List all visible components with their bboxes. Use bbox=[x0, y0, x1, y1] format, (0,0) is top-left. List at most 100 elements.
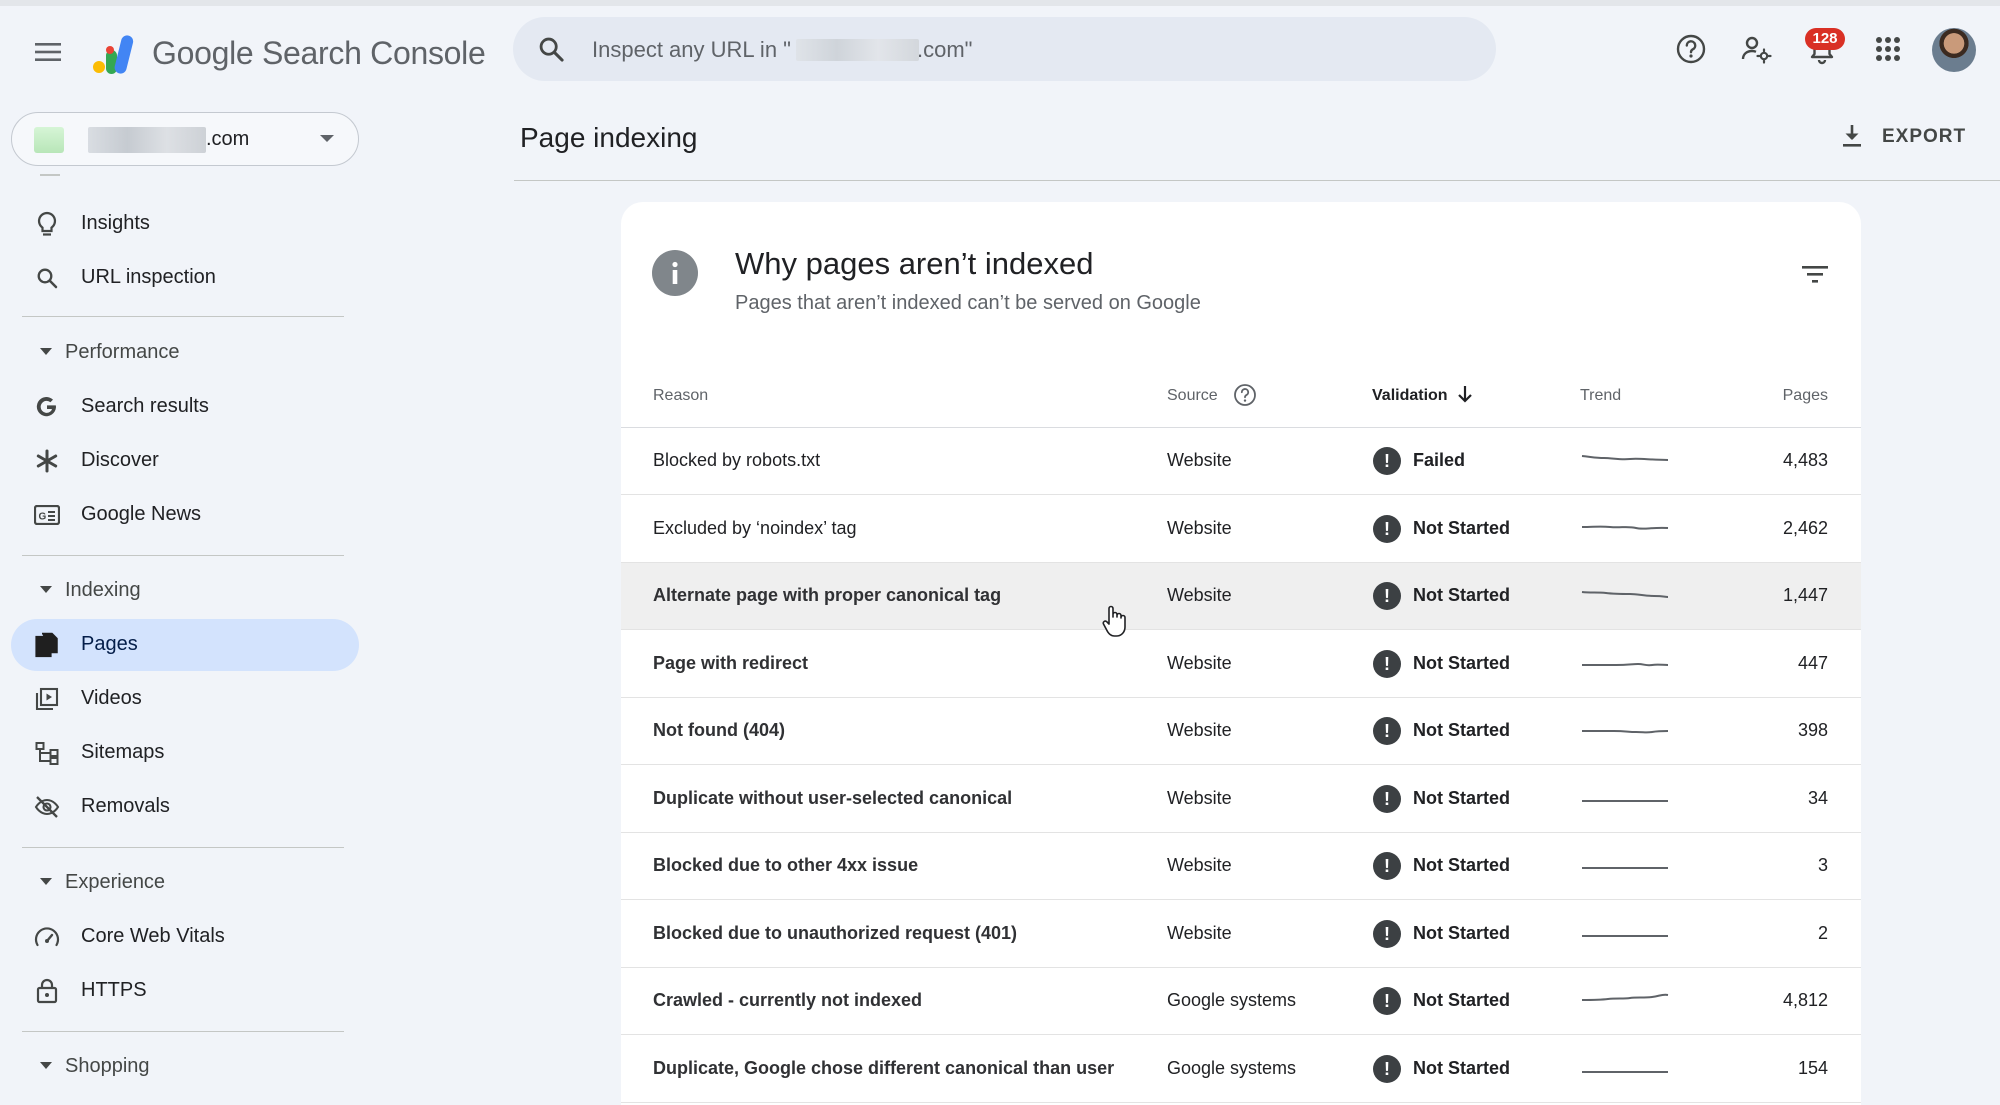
visibility-off-icon bbox=[34, 794, 60, 820]
search-placeholder-prefix: Inspect any URL in " bbox=[592, 37, 791, 62]
collapse-caret-icon bbox=[40, 348, 52, 355]
row-source: Website bbox=[1167, 450, 1232, 470]
app-header: Google Search Console Inspect any URL in… bbox=[0, 6, 2000, 92]
row-validation-status: Not Started bbox=[1413, 1057, 1511, 1078]
svg-text:G: G bbox=[39, 512, 47, 523]
help-icon bbox=[1676, 34, 1706, 64]
google-apps-button[interactable] bbox=[1870, 31, 1906, 67]
warning-exclamation-icon: ! bbox=[1373, 852, 1401, 880]
main-menu-button[interactable] bbox=[30, 34, 66, 70]
sidebar-item-url-inspection[interactable]: URL inspection bbox=[11, 252, 359, 304]
sidebar-item-removals[interactable]: Removals bbox=[11, 781, 359, 833]
google-g-icon bbox=[34, 394, 60, 420]
table-row[interactable]: Page with redirect Website! Not Started 447 bbox=[621, 631, 1861, 698]
scroll-stub bbox=[40, 174, 60, 176]
warning-exclamation-icon: ! bbox=[1373, 582, 1401, 610]
pages-icon bbox=[34, 632, 60, 658]
collapse-caret-icon bbox=[40, 586, 52, 593]
info-icon bbox=[652, 250, 698, 296]
column-header-source[interactable]: Source bbox=[1167, 387, 1218, 405]
sidebar-item-videos[interactable]: Videos bbox=[11, 673, 359, 725]
row-pages-count: 2,462 bbox=[1782, 517, 1828, 538]
table-row[interactable]: Duplicate without user-selected canonica… bbox=[621, 766, 1861, 833]
row-pages-count: 34 bbox=[1807, 787, 1828, 808]
brand-google: Google bbox=[152, 35, 254, 71]
search-console-logo-icon[interactable] bbox=[92, 32, 140, 76]
settings-users-button[interactable] bbox=[1738, 31, 1774, 67]
filter-list-icon bbox=[1802, 266, 1828, 283]
row-validation-status: Not Started bbox=[1413, 720, 1511, 740]
trend-sparkline bbox=[1581, 455, 1669, 461]
export-label: EXPORT bbox=[1882, 126, 1967, 147]
redacted-domain bbox=[796, 39, 919, 61]
row-validation-status: Failed bbox=[1413, 450, 1466, 470]
hamburger-menu-icon bbox=[35, 43, 61, 61]
collapse-caret-icon bbox=[40, 878, 52, 885]
column-header-trend: Trend bbox=[1580, 387, 1622, 404]
sidebar-divider bbox=[22, 555, 344, 556]
filter-button[interactable] bbox=[1795, 254, 1835, 294]
row-source: Website bbox=[1167, 652, 1232, 673]
sidebar-item-google-news[interactable]: G Google News bbox=[11, 489, 359, 541]
sort-arrow-down-icon[interactable] bbox=[1454, 383, 1476, 405]
table-row[interactable]: Blocked by robots.txt Website! Failed 4,483 bbox=[621, 428, 1861, 495]
sidebar-item-label: Sitemaps bbox=[81, 741, 165, 763]
sidebar-item-https[interactable]: HTTPS bbox=[11, 965, 359, 1017]
column-header-validation[interactable]: Validation bbox=[1372, 387, 1448, 405]
table-row[interactable]: Blocked due to unauthorized request (401… bbox=[621, 901, 1861, 968]
brand-product: Search Console bbox=[261, 35, 486, 71]
help-outline-icon[interactable] bbox=[1232, 382, 1258, 408]
sidebar-item-sitemaps[interactable]: Sitemaps bbox=[11, 727, 359, 779]
row-pages-count: 154 bbox=[1797, 1057, 1828, 1078]
export-button[interactable]: EXPORT bbox=[1836, 118, 1966, 158]
table-row[interactable]: Duplicate, Google chose different canoni… bbox=[621, 1036, 1861, 1103]
row-reason: Blocked due to unauthorized request (401… bbox=[653, 922, 1018, 943]
section-label: Experience bbox=[65, 871, 166, 893]
table-row[interactable]: Excluded by ‘noindex’ tag Website! Not Sta… bbox=[621, 496, 1861, 563]
sitemap-icon bbox=[34, 740, 60, 766]
row-reason: Page with redirect bbox=[653, 652, 809, 673]
sidebar-divider bbox=[22, 316, 344, 317]
trend-sparkline bbox=[1581, 591, 1669, 598]
row-validation-status: Not Started bbox=[1413, 855, 1511, 875]
table-header: Reason Source Validation Trend Pages bbox=[621, 362, 1861, 428]
account-avatar[interactable] bbox=[1932, 28, 1976, 72]
row-source: Website bbox=[1167, 922, 1232, 943]
row-reason: Not found (404) bbox=[653, 720, 785, 740]
sidebar-item-label: Pages bbox=[81, 633, 138, 655]
row-reason: Blocked due to other 4xx issue bbox=[653, 855, 919, 875]
sidebar-item-insights[interactable]: Insights bbox=[11, 198, 359, 250]
sidebar-divider bbox=[22, 1031, 344, 1032]
sidebar-item-core-web-vitals[interactable]: Core Web Vitals bbox=[11, 911, 359, 963]
url-inspect-search-box[interactable]: Inspect any URL in " .com" bbox=[513, 17, 1496, 81]
sidebar-item-pages[interactable]: Pages bbox=[11, 619, 359, 671]
table-row[interactable]: Crawled - currently not indexed Google sy… bbox=[621, 968, 1861, 1035]
not-indexed-card: Why pages aren’t indexed Pages that aren… bbox=[621, 202, 1861, 1105]
row-validation-status: Not Started bbox=[1413, 652, 1511, 673]
row-source: Google systems bbox=[1167, 990, 1297, 1010]
table-row[interactable]: Blocked due to other 4xx issue Website! No… bbox=[621, 833, 1861, 900]
column-header-pages[interactable]: Pages bbox=[1783, 387, 1828, 405]
help-button[interactable] bbox=[1673, 31, 1709, 67]
row-pages-count: 2 bbox=[1817, 922, 1828, 943]
manage-accounts-icon bbox=[1741, 36, 1772, 64]
sidebar-item-discover[interactable]: Discover bbox=[11, 435, 359, 487]
sidebar-item-label: Insights bbox=[81, 212, 150, 234]
row-source: Website bbox=[1167, 585, 1232, 605]
row-validation-status: Not Started bbox=[1413, 787, 1511, 808]
collapse-caret-icon bbox=[40, 1062, 52, 1069]
sidebar-item-label: HTTPS bbox=[81, 979, 147, 1001]
warning-exclamation-icon: ! bbox=[1373, 987, 1401, 1015]
search-icon bbox=[34, 265, 60, 291]
row-validation-status: Not Started bbox=[1413, 922, 1511, 943]
sidebar-item-search-results[interactable]: Search results bbox=[11, 381, 359, 433]
apps-grid-icon bbox=[1876, 37, 1900, 61]
table-row[interactable]: Alternate page with proper canonical tag… bbox=[621, 563, 1861, 630]
row-pages-count: 4,812 bbox=[1782, 990, 1828, 1010]
column-header-reason[interactable]: Reason bbox=[653, 387, 708, 405]
table-row[interactable]: Not found (404) Website! Not Started 398 bbox=[621, 698, 1861, 765]
sidebar-item-label: Search results bbox=[81, 395, 209, 417]
property-selector[interactable]: .com bbox=[11, 112, 359, 166]
section-label: Shopping bbox=[65, 1055, 150, 1077]
warning-exclamation-icon: ! bbox=[1373, 649, 1401, 678]
